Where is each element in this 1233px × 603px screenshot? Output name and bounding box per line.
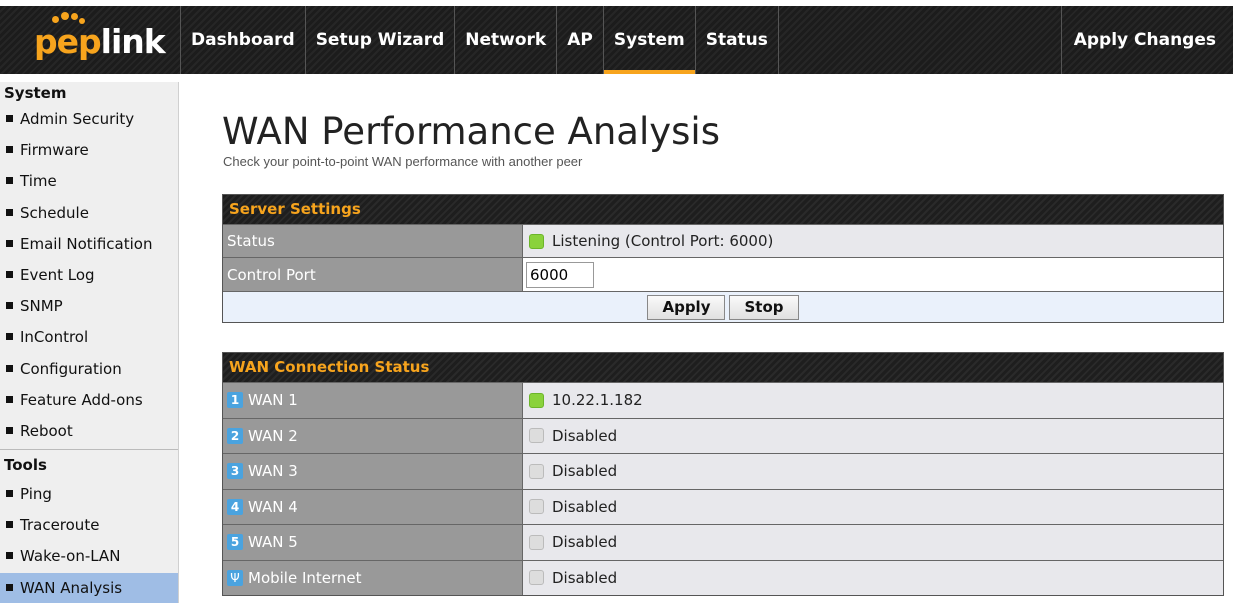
wan-value: Disabled [523, 560, 1223, 595]
nav-setup-wizard[interactable]: Setup Wizard [304, 6, 455, 74]
wan-label: 1 WAN 1 [223, 383, 523, 418]
nav-ap[interactable]: AP [556, 6, 603, 74]
server-settings-header: Server Settings [223, 195, 1223, 224]
wan-label: 3 WAN 3 [223, 454, 523, 489]
bullet-icon [6, 395, 13, 403]
main-nav: Dashboard Setup Wizard Network AP System… [180, 6, 779, 74]
bullet-icon [6, 302, 13, 310]
wan-row: 4 WAN 4 Disabled [223, 488, 1223, 524]
bullet-icon [6, 208, 13, 216]
bullet-icon [6, 115, 13, 122]
sidebar-item-schedule[interactable]: Schedule [0, 198, 178, 229]
wan-value: 10.22.1.182 [523, 383, 1223, 418]
wan-label: 5 WAN 5 [223, 525, 523, 560]
usb-icon: Ψ [227, 569, 243, 586]
apply-button[interactable]: Apply [647, 294, 726, 320]
sidebar-item-time[interactable]: Time [0, 166, 178, 197]
status-row: Status Listening (Control Port: 6000) [223, 224, 1223, 257]
wan-1-icon: 1 [227, 392, 243, 409]
page-subtitle: Check your point-to-point WAN performanc… [223, 154, 583, 169]
wan-status-table: WAN Connection Status 1 WAN 1 10.22.1.182… [222, 352, 1224, 596]
control-port-label: Control Port [223, 258, 523, 291]
wan-label: Ψ Mobile Internet [223, 560, 523, 595]
bullet-icon [6, 333, 13, 341]
wan-row: 3 WAN 3 Disabled [223, 453, 1223, 489]
wan-row: Ψ Mobile Internet Disabled [223, 559, 1223, 595]
sidebar-item-ping[interactable]: Ping [0, 479, 178, 510]
bullet-icon [6, 270, 13, 278]
status-indicator-icon [529, 463, 544, 479]
sidebar-item-traceroute[interactable]: Traceroute [0, 510, 178, 541]
sidebar-item-snmp[interactable]: SNMP [0, 291, 178, 322]
bullet-icon [6, 177, 13, 185]
top-bar: peplink Dashboard Setup Wizard Network A… [0, 0, 1233, 82]
bullet-icon [6, 364, 13, 372]
bullet-icon [6, 521, 13, 529]
bullet-icon [6, 552, 13, 560]
status-indicator-icon [529, 233, 544, 249]
control-port-cell [523, 258, 1223, 291]
status-value: Listening (Control Port: 6000) [523, 225, 1223, 257]
status-indicator-icon [529, 499, 544, 515]
sidebar-header-tools: Tools [4, 456, 47, 475]
wan-5-icon: 5 [227, 534, 243, 551]
bullet-icon [6, 426, 13, 434]
stop-button[interactable]: Stop [729, 294, 799, 320]
status-indicator-icon [529, 570, 544, 586]
wan-label: 4 WAN 4 [223, 489, 523, 524]
sidebar-header-system: System [4, 84, 67, 102]
status-indicator-icon [529, 428, 544, 444]
bullet-icon [6, 146, 13, 154]
bullet-icon [6, 239, 13, 247]
sidebar-item-email-notification[interactable]: Email Notification [0, 229, 178, 260]
sidebar-item-event-log[interactable]: Event Log [0, 260, 178, 291]
wan-row: 1 WAN 1 10.22.1.182 [223, 382, 1223, 418]
control-port-row: Control Port [223, 257, 1223, 291]
status-label: Status [223, 225, 523, 257]
wan-2-icon: 2 [227, 427, 243, 444]
sidebar-divider [0, 449, 178, 451]
sidebar-item-firmware[interactable]: Firmware [0, 135, 178, 166]
peplink-logo[interactable]: peplink [0, 6, 180, 74]
page-title: WAN Performance Analysis [222, 110, 720, 153]
sidebar-item-feature-add-ons[interactable]: Feature Add-ons [0, 385, 178, 416]
wan-value: Disabled [523, 525, 1223, 560]
wan-value: Disabled [523, 418, 1223, 453]
sidebar-item-wan-analysis[interactable]: WAN Analysis [0, 572, 178, 603]
sidebar-item-admin-security[interactable]: Admin Security [0, 104, 178, 135]
sidebar-item-wake-on-lan[interactable]: Wake-on-LAN [0, 541, 178, 572]
bullet-icon [6, 490, 13, 498]
server-actions: Apply Stop [223, 291, 1223, 322]
nav-network[interactable]: Network [454, 6, 556, 74]
nav-status[interactable]: Status [694, 6, 779, 74]
sidebar-item-incontrol[interactable]: InControl [0, 322, 178, 353]
wan-4-icon: 4 [227, 498, 243, 515]
nav-dashboard[interactable]: Dashboard [180, 6, 305, 74]
wan-value: Disabled [523, 454, 1223, 489]
wan-row: 5 WAN 5 Disabled [223, 524, 1223, 560]
nav-system[interactable]: System [602, 6, 695, 74]
status-indicator-icon [529, 534, 544, 550]
control-port-input[interactable] [526, 261, 594, 288]
sidebar-item-reboot[interactable]: Reboot [0, 416, 178, 447]
wan-status-header: WAN Connection Status [223, 353, 1223, 382]
wan-label: 2 WAN 2 [223, 418, 523, 453]
logo-wordmark: peplink [34, 22, 166, 61]
status-indicator-icon [529, 392, 544, 408]
server-settings-table: Server Settings Status Listening (Contro… [222, 194, 1224, 323]
sidebar-item-configuration[interactable]: Configuration [0, 354, 178, 385]
apply-changes-button[interactable]: Apply Changes [1060, 6, 1228, 74]
wan-3-icon: 3 [227, 463, 243, 480]
wan-row: 2 WAN 2 Disabled [223, 417, 1223, 453]
sidebar: System Admin Security Firmware Time Sche… [0, 82, 179, 603]
bullet-icon [6, 583, 13, 591]
wan-value: Disabled [523, 489, 1223, 524]
